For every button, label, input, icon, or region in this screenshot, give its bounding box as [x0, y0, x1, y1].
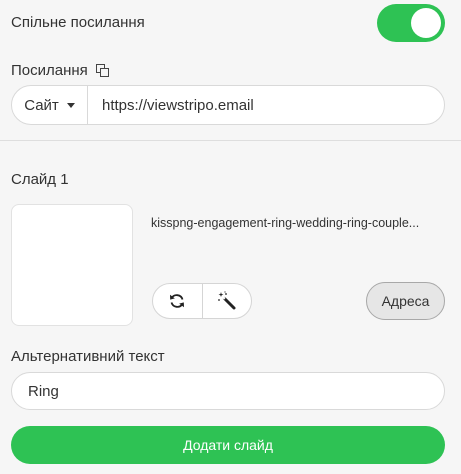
toggle-knob [411, 8, 441, 38]
slide-filename: kisspng-engagement-ring-wedding-ring-cou… [151, 216, 420, 230]
link-label: Посилання [11, 62, 88, 79]
shared-link-label: Спільне посилання [11, 14, 145, 31]
link-input-group: Сайт [11, 85, 445, 125]
alt-text-input[interactable] [11, 372, 445, 410]
replace-image-button[interactable] [153, 284, 202, 318]
section-divider [0, 140, 461, 141]
link-type-dropdown[interactable]: Сайт [12, 86, 88, 124]
copy-icon[interactable] [96, 64, 109, 77]
image-actions-group [152, 283, 252, 319]
shared-link-toggle[interactable] [377, 4, 445, 42]
refresh-icon [170, 294, 185, 308]
address-button[interactable]: Адреса [366, 282, 445, 320]
slide-image-thumbnail[interactable] [11, 204, 133, 326]
alt-text-label: Альтернативний текст [11, 348, 165, 365]
slide-title: Слайд 1 [11, 171, 69, 188]
caret-down-icon [66, 102, 75, 108]
link-type-value: Сайт [24, 96, 59, 114]
magic-edit-button[interactable] [201, 284, 252, 318]
url-input[interactable] [88, 86, 444, 124]
magic-wand-icon [217, 291, 236, 310]
add-slide-button[interactable]: Додати слайд [11, 426, 445, 464]
